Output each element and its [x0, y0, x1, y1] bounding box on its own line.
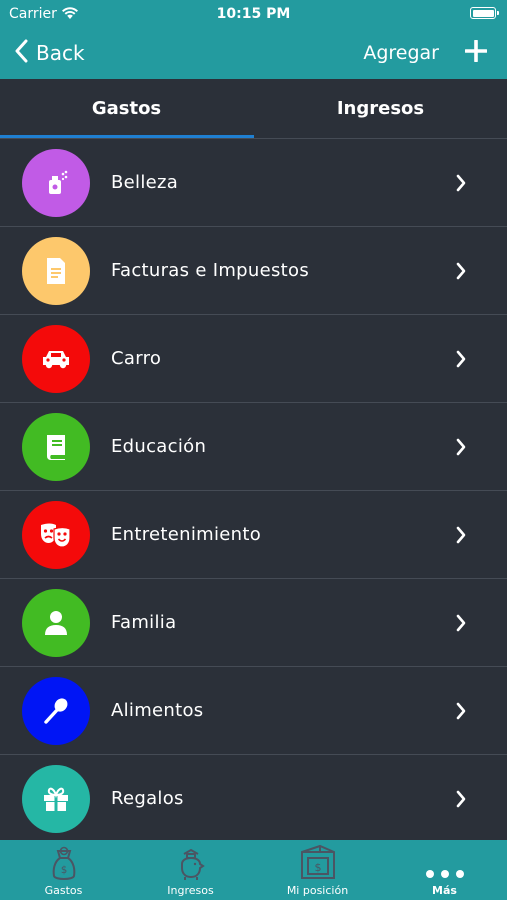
back-label: Back: [36, 41, 85, 65]
book-icon: [22, 413, 90, 481]
invoice-icon: [22, 237, 90, 305]
chevron-right-icon: [455, 613, 467, 637]
chevron-right-icon: [455, 525, 467, 549]
nav-header: Carrier 10:15 PM Back Agregar: [0, 0, 507, 79]
wallet-icon: $: [298, 842, 338, 882]
category-label: Facturas e Impuestos: [111, 260, 309, 281]
chevron-left-icon: [14, 39, 28, 67]
piggy-bank-icon: [176, 842, 206, 882]
chevron-right-icon: [455, 437, 467, 461]
theater-masks-icon: [22, 501, 90, 569]
person-icon: [22, 589, 90, 657]
tabbar-label: Mi posición: [286, 884, 349, 897]
tabbar-item-mas[interactable]: Más: [381, 840, 507, 900]
tab-gastos-label: Gastos: [91, 98, 162, 119]
category-label: Carro: [111, 348, 162, 369]
category-row-carro[interactable]: Carro: [0, 314, 507, 402]
tabbar-label: Ingresos: [167, 884, 214, 897]
plus-icon: [464, 39, 488, 66]
spoon-icon: [22, 677, 90, 745]
car-icon: [22, 325, 90, 393]
clock: 10:15 PM: [216, 6, 291, 22]
chevron-right-icon: [455, 349, 467, 373]
bottom-tab-bar: $ Gastos Ingresos $ Mi posición Más: [0, 840, 507, 900]
category-row-regalos[interactable]: Regalos: [0, 754, 507, 842]
perfume-icon: [22, 149, 90, 217]
more-dots-icon: [424, 842, 466, 882]
tabbar-label: Gastos: [44, 884, 83, 897]
category-row-familia[interactable]: Familia: [0, 578, 507, 666]
svg-text:$: $: [60, 865, 66, 876]
category-row-facturas[interactable]: Facturas e Impuestos: [0, 226, 507, 314]
category-row-educacion[interactable]: Educación: [0, 402, 507, 490]
tabbar-item-ingresos[interactable]: Ingresos: [127, 840, 254, 900]
category-label: Alimentos: [111, 700, 204, 721]
tab-ingresos[interactable]: Ingresos: [254, 79, 507, 138]
category-label: Entretenimiento: [111, 524, 262, 545]
chevron-right-icon: [455, 261, 467, 285]
tabbar-item-gastos[interactable]: $ Gastos: [0, 840, 127, 900]
svg-text:$: $: [314, 861, 321, 874]
category-label: Familia: [111, 612, 177, 633]
category-row-belleza[interactable]: Belleza: [0, 138, 507, 226]
add-category-button[interactable]: Agregar: [363, 37, 488, 69]
gift-icon: [22, 765, 90, 833]
chevron-right-icon: [455, 173, 467, 197]
tab-ingresos-label: Ingresos: [336, 98, 425, 119]
back-button[interactable]: Back: [14, 37, 85, 69]
category-label: Educación: [111, 436, 207, 457]
add-label: Agregar: [363, 42, 439, 64]
segment-tabs: Gastos Ingresos: [0, 79, 507, 138]
battery-icon: [470, 7, 499, 19]
category-label: Regalos: [111, 788, 184, 809]
money-bag-icon: $: [51, 842, 77, 882]
chevron-right-icon: [455, 789, 467, 813]
tab-gastos[interactable]: Gastos: [0, 79, 253, 138]
chevron-right-icon: [455, 701, 467, 725]
tabbar-item-mi-posicion[interactable]: $ Mi posición: [254, 840, 381, 900]
category-row-entretenimiento[interactable]: Entretenimiento: [0, 490, 507, 578]
status-bar: Carrier 10:15 PM: [0, 0, 507, 28]
category-row-alimentos[interactable]: Alimentos: [0, 666, 507, 754]
tabbar-label: Más: [432, 884, 457, 897]
category-label: Belleza: [111, 172, 179, 193]
